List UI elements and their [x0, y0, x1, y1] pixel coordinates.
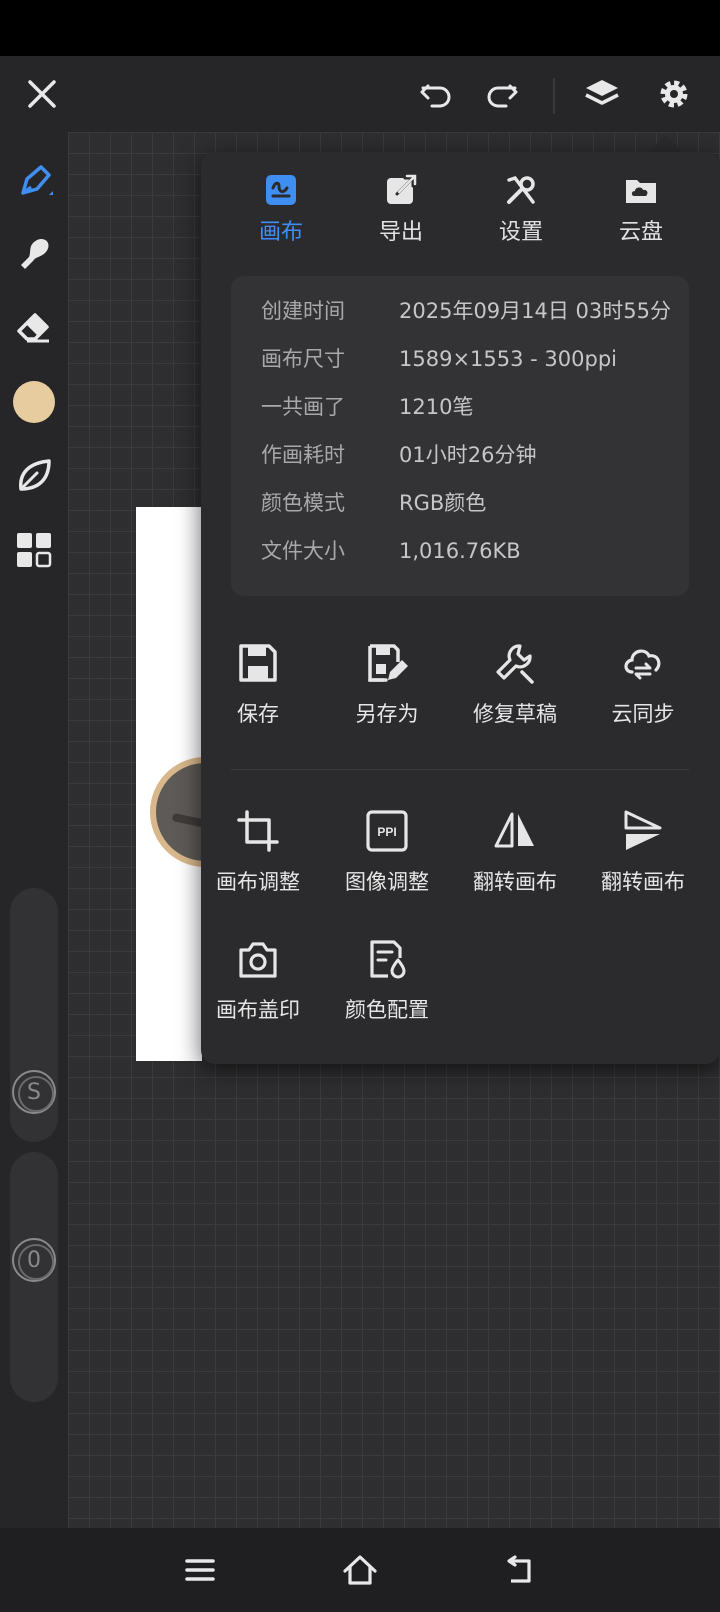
flip-vertical-label: 翻转画布 — [601, 870, 685, 894]
system-nav-bar — [0, 1528, 720, 1612]
canvas-icon — [266, 175, 296, 205]
leaf-icon[interactable] — [10, 452, 58, 500]
info-key: 颜色模式 — [261, 491, 345, 515]
info-key: 画布尺寸 — [261, 347, 345, 371]
crop-icon — [237, 810, 279, 852]
tab-export[interactable]: 导出 — [341, 168, 461, 264]
tab-settings-label: 设置 — [498, 220, 543, 245]
opacity-slider[interactable]: 0 — [10, 1152, 58, 1402]
save-as-label: 另存为 — [355, 702, 419, 726]
settings-tools-icon — [507, 175, 535, 204]
brush-size-slider[interactable]: S — [10, 888, 58, 1142]
status-bar — [0, 0, 720, 56]
menu-icon[interactable] — [176, 1546, 224, 1594]
tab-cloud-drive-label: 云盘 — [618, 220, 663, 245]
export-icon — [387, 174, 417, 204]
tab-canvas-label: 画布 — [258, 220, 303, 245]
smudge-icon[interactable] — [10, 230, 58, 278]
top-bar — [0, 56, 720, 132]
cloud-sync-button[interactable]: 云同步 — [579, 640, 707, 740]
info-key: 一共画了 — [261, 395, 345, 419]
tab-settings[interactable]: 设置 — [461, 168, 581, 264]
info-row-file-size: 文件大小 1,016.76KB — [261, 536, 681, 584]
artboard[interactable] — [136, 507, 202, 1061]
redo-icon[interactable] — [478, 70, 526, 118]
info-row-color-mode: 颜色模式 RGB颜色 — [261, 488, 681, 536]
canvas-adjust-label: 画布调整 — [216, 870, 300, 894]
info-key: 创建时间 — [261, 299, 345, 323]
info-value: 1589×1553 - 300ppi — [399, 347, 617, 371]
info-value: 01小时26分钟 — [399, 443, 537, 467]
left-toolbar: S 0 — [0, 132, 68, 1528]
opacity-knob[interactable]: 0 — [12, 1238, 56, 1282]
color-profile-label: 颜色配置 — [345, 998, 429, 1022]
toolbar-divider — [553, 78, 555, 114]
camera-icon — [239, 942, 277, 978]
cloud-sync-icon — [624, 649, 661, 680]
panel-divider — [231, 769, 689, 770]
tab-export-label: 导出 — [378, 220, 423, 245]
save-label: 保存 — [237, 702, 279, 726]
pen-icon[interactable] — [10, 158, 58, 206]
grid-icon[interactable] — [10, 526, 58, 574]
flip-horizontal-icon — [494, 812, 534, 848]
info-key: 作画耗时 — [261, 443, 345, 467]
gear-icon[interactable] — [650, 70, 698, 118]
image-adjust-button[interactable]: PPI 图像调整 — [323, 808, 451, 908]
info-row-strokes: 一共画了 1210笔 — [261, 392, 681, 440]
flip-horizontal-label: 翻转画布 — [473, 870, 557, 894]
canvas-adjust-button[interactable]: 画布调整 — [194, 808, 322, 908]
color-profile-button[interactable]: 颜色配置 — [323, 936, 451, 1036]
canvas-stamp-button[interactable]: 画布盖印 — [194, 936, 322, 1036]
color-swatch[interactable] — [10, 378, 58, 426]
layers-icon[interactable] — [578, 70, 626, 118]
info-value: RGB颜色 — [399, 491, 487, 515]
ppi-icon: PPI — [366, 810, 408, 852]
info-row-created: 创建时间 2025年09月14日 03时55分 — [261, 296, 681, 344]
close-icon[interactable] — [18, 70, 66, 118]
eraser-icon[interactable] — [10, 302, 58, 350]
cloud-sync-label: 云同步 — [611, 702, 675, 726]
save-icon — [239, 644, 277, 682]
tab-cloud-drive[interactable]: 云盘 — [581, 168, 701, 264]
color-profile-icon — [370, 940, 406, 979]
svg-text:PPI: PPI — [377, 825, 396, 839]
save-as-button[interactable]: 另存为 — [323, 640, 451, 740]
brush-color-swatch — [13, 381, 55, 423]
cloud-drive-icon — [626, 180, 656, 203]
save-button[interactable]: 保存 — [194, 640, 322, 740]
canvas-menu-panel: 画布 导出 设置 云盘 创建时间 2025年09月14日 03时55分 画布尺寸… — [201, 152, 720, 1064]
flip-horizontal-button[interactable]: 翻转画布 — [451, 808, 579, 908]
home-icon[interactable] — [336, 1546, 384, 1594]
info-value: 1210笔 — [399, 395, 474, 419]
info-value: 1,016.76KB — [399, 539, 521, 563]
save-as-icon — [368, 644, 408, 682]
wrench-icon — [496, 644, 534, 684]
panel-tabs: 画布 导出 设置 云盘 — [201, 168, 720, 264]
tab-canvas[interactable]: 画布 — [221, 168, 341, 264]
repair-draft-label: 修复草稿 — [473, 702, 557, 726]
info-key: 文件大小 — [261, 539, 345, 563]
flip-vertical-icon — [624, 810, 662, 850]
canvas-info-card: 创建时间 2025年09月14日 03时55分 画布尺寸 1589×1553 -… — [231, 276, 689, 596]
info-row-duration: 作画耗时 01小时26分钟 — [261, 440, 681, 488]
back-icon[interactable] — [496, 1546, 544, 1594]
canvas-stamp-label: 画布盖印 — [216, 998, 300, 1022]
info-row-size: 画布尺寸 1589×1553 - 300ppi — [261, 344, 681, 392]
info-value: 2025年09月14日 03时55分 — [399, 299, 672, 323]
image-adjust-label: 图像调整 — [345, 870, 429, 894]
repair-draft-button[interactable]: 修复草稿 — [451, 640, 579, 740]
brush-size-knob[interactable]: S — [12, 1070, 56, 1114]
undo-icon[interactable] — [412, 70, 460, 118]
flip-vertical-button[interactable]: 翻转画布 — [579, 808, 707, 908]
